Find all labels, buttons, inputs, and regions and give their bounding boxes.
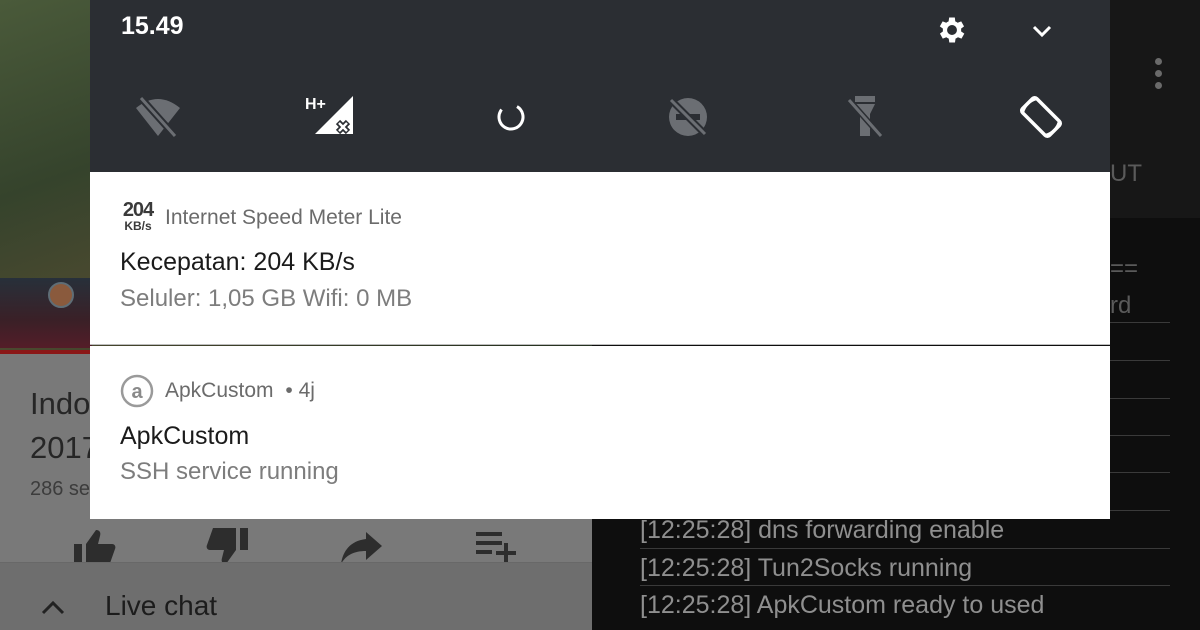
svg-text:a: a [131, 381, 143, 403]
status-clock: 15.49 [121, 12, 184, 40]
apkcustom-app-icon: a [120, 374, 154, 408]
notification-text: Seluler: 1,05 GB Wifi: 0 MB [120, 285, 413, 312]
chevron-down-icon[interactable] [1030, 19, 1054, 43]
log-line-partial: rd [1110, 292, 1132, 319]
notification-speed-meter[interactable]: 204 KB/s Internet Speed Meter Lite Kecep… [90, 172, 1110, 345]
log-line: [12:25:28] Tun2Socks running [640, 554, 973, 582]
flashlight-off-icon[interactable] [840, 92, 890, 142]
notification-text: SSH service running [120, 458, 339, 485]
notification-title: Kecepatan: 204 KB/s [120, 248, 355, 276]
speed-badge-unit: KB/s [124, 219, 152, 233]
chevron-up-icon[interactable] [40, 598, 66, 618]
wifi-off-icon[interactable] [133, 92, 183, 142]
notification-app-name-text: ApkCustom [165, 379, 274, 402]
more-options-icon[interactable] [1147, 58, 1169, 94]
notification-app-name: Internet Speed Meter Lite [165, 206, 402, 229]
log-line-partial: == [1110, 255, 1139, 282]
log-line: [12:25:28] ApkCustom ready to used [640, 591, 1045, 619]
auto-rotate-icon[interactable] [1016, 92, 1066, 142]
video-view-count: 286 se [30, 478, 91, 500]
log-line: [12:25:28] dns forwarding enable [640, 516, 1005, 544]
notification-time: • 4j [285, 379, 315, 402]
hero-portrait [48, 282, 74, 308]
notification-shade[interactable]: 15.49 H+ 204 KB/s Internet Speed Meter L… [90, 0, 1110, 519]
settings-gear-icon[interactable] [935, 13, 969, 47]
loading-icon[interactable] [486, 92, 536, 142]
notification-app-name: ApkCustom • 4j [165, 379, 315, 403]
live-chat-label: Live chat [105, 590, 218, 621]
notification-apkcustom[interactable]: a ApkCustom • 4j ApkCustom SSH service r… [90, 346, 1110, 519]
live-chat-bar[interactable] [0, 562, 592, 630]
log-divider [640, 585, 1170, 586]
speed-badge-value: 204 [122, 199, 154, 221]
notification-title: ApkCustom [120, 422, 250, 450]
log-divider [640, 548, 1170, 549]
do-not-disturb-off-icon[interactable] [663, 92, 713, 142]
speed-meter-app-icon: 204 KB/s [120, 200, 156, 236]
network-type-badge: H+ [305, 96, 326, 113]
quick-settings-panel: 15.49 H+ [90, 0, 1110, 172]
game-hud-overlay [0, 278, 92, 348]
tab-label-partial[interactable]: UT [1110, 160, 1142, 188]
mobile-data-icon[interactable]: H+ [305, 92, 355, 142]
